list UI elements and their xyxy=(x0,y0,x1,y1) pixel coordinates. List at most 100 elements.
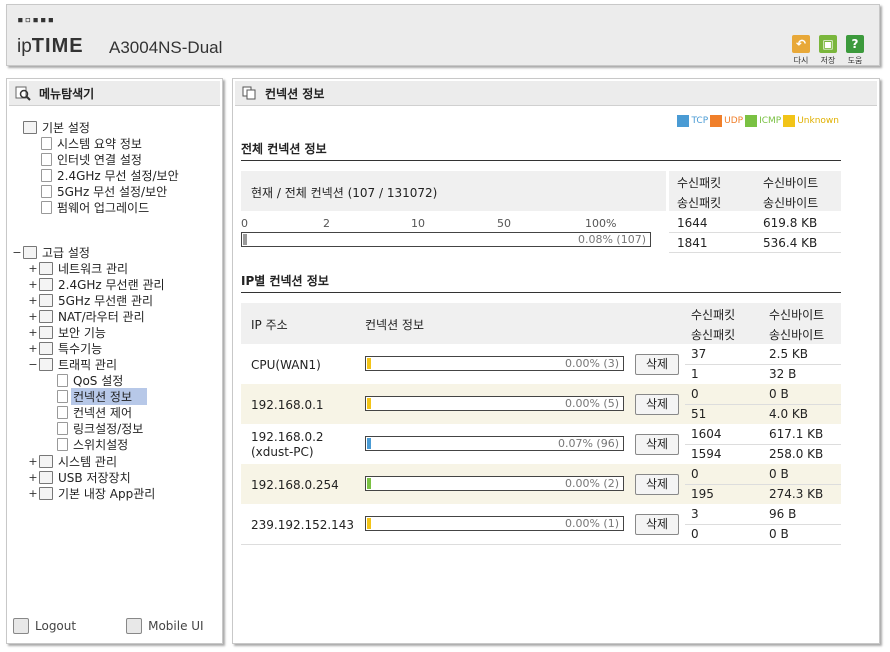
row-bar-text: 0.07% (96) xyxy=(557,437,619,450)
sidebar-footer: Logout Mobile UI xyxy=(13,617,216,635)
tree-item-security[interactable]: + 보안 기능 xyxy=(27,324,108,341)
save-icon: ▣ xyxy=(819,35,837,53)
row-connection-bar: 0.00% (3) xyxy=(365,356,624,371)
collapse-icon: − xyxy=(12,246,22,259)
tree-item-special[interactable]: + 특수기능 xyxy=(27,340,104,357)
sidebar: 메뉴탐색기 기본 설정 시스템 요약 정보 인터넷 연결 설정 2.4GHz 무… xyxy=(6,78,223,644)
tree-basic-settings[interactable]: 기본 설정 xyxy=(23,119,92,136)
tree-item-connection-info[interactable]: 컨넥션 정보 xyxy=(57,388,147,405)
expand-icon: + xyxy=(28,294,38,307)
row-tx-bytes: 32 B xyxy=(769,367,797,381)
tree-item-internet-setup[interactable]: 인터넷 연결 설정 xyxy=(41,151,144,168)
tree-item-link-settings[interactable]: 링크설정/정보 xyxy=(57,420,145,437)
page-icon xyxy=(57,406,68,419)
col-ip-rx-bytes: 수신바이트 xyxy=(769,308,825,322)
row-connection-bar: 0.00% (5) xyxy=(365,396,624,411)
page-icon xyxy=(57,422,68,435)
row-ip: CPU(WAN1) xyxy=(251,358,321,372)
total-tx-bytes: 536.4 KB xyxy=(763,236,818,250)
tree-item-qos[interactable]: QoS 설정 xyxy=(57,372,125,389)
divider xyxy=(685,444,841,445)
tree-item-system-summary[interactable]: 시스템 요약 정보 xyxy=(41,135,144,152)
delete-button[interactable]: 삭제 xyxy=(635,474,679,495)
col-ip-tx-packets: 송신패킷 xyxy=(691,328,736,342)
tree-item-wlan24[interactable]: +2.4GHz 무선랜 관리 xyxy=(27,276,167,293)
col-rx-packets: 수신패킷 xyxy=(677,176,722,190)
app-icon xyxy=(39,487,53,500)
col-rx-bytes: 수신바이트 xyxy=(763,176,819,190)
legend-icmp: ICMP xyxy=(745,115,781,127)
main-panel: 컨넥션 정보 TCP UDP ICMP Unknown 전체 컨넥션 정보 현재… xyxy=(232,78,880,644)
total-tx-packets: 1841 xyxy=(677,236,708,250)
tree-item-usb[interactable]: + USB 저장장치 xyxy=(27,469,133,486)
page-title: 컨넥션 정보 xyxy=(265,86,325,101)
row-rx-bytes: 617.1 KB xyxy=(769,427,824,441)
tree-item-wlan5[interactable]: +5GHz 무선랜 관리 xyxy=(27,292,155,309)
tree-label: 링크설정/정보 xyxy=(73,422,144,436)
tree-item-system-mgmt[interactable]: + 시스템 관리 xyxy=(27,453,119,470)
collapse-icon: − xyxy=(28,358,38,371)
logout-icon xyxy=(13,618,29,634)
divider xyxy=(685,484,841,485)
mobile-ui-link[interactable]: Mobile UI xyxy=(126,618,204,634)
row-connection-bar: 0.00% (2) xyxy=(365,476,624,491)
app-header: ▪▫▪▪▪ ipTIME A3004NS-Dual ↶ 다시 ▣ 저장 ? 도움 xyxy=(6,4,880,66)
tree-item-connection-control[interactable]: 컨넥션 제어 xyxy=(57,404,134,421)
tree-label: QoS 설정 xyxy=(73,374,124,388)
tree-item-nat-router[interactable]: + NAT/라우터 관리 xyxy=(27,308,147,325)
row-tx-packets: 1594 xyxy=(691,447,722,461)
legend-unknown: Unknown xyxy=(783,115,839,127)
tree-item-wifi5-setup[interactable]: 5GHz 무선 설정/보안 xyxy=(41,183,169,200)
row-bar-text: 0.00% (2) xyxy=(564,477,619,490)
tree-label: 5GHz 무선 설정/보안 xyxy=(57,185,168,199)
tree-item-apps[interactable]: + 기본 내장 App관리 xyxy=(27,485,157,502)
scale-50: 50 xyxy=(497,217,511,230)
expand-icon: + xyxy=(28,310,38,323)
tree-item-traffic[interactable]: − 트래픽 관리 xyxy=(27,356,119,373)
tree-label: USB 저장장치 xyxy=(58,471,131,485)
logout-label: Logout xyxy=(35,619,77,633)
special-icon xyxy=(39,342,53,355)
tree-label: 보안 기능 xyxy=(58,326,106,340)
scale-0: 0 xyxy=(241,217,248,230)
save-button[interactable]: ▣ 저장 xyxy=(816,35,840,66)
delete-button[interactable]: 삭제 xyxy=(635,514,679,535)
row-rx-bytes: 96 B xyxy=(769,507,797,521)
tree-label: 시스템 요약 정보 xyxy=(57,137,142,151)
row-tx-bytes: 0 B xyxy=(769,527,789,541)
network-icon xyxy=(39,262,53,275)
row-rx-packets: 3 xyxy=(691,507,699,521)
delete-button[interactable]: 삭제 xyxy=(635,394,679,415)
row-hostname: (xdust-PC) xyxy=(251,445,314,459)
tree-label: 컨넥션 정보 xyxy=(71,388,147,405)
delete-button[interactable]: 삭제 xyxy=(635,434,679,455)
tree-advanced-settings[interactable]: − 고급 설정 xyxy=(11,244,92,261)
tree-label: 5GHz 무선랜 관리 xyxy=(58,294,154,308)
scale-10: 10 xyxy=(411,217,425,230)
row-bar-text: 0.00% (3) xyxy=(564,357,619,370)
ip-table-header xyxy=(241,303,841,344)
total-section-title: 전체 컨넥션 정보 xyxy=(241,140,841,161)
total-connection-bar: 0.08% (107) xyxy=(241,232,651,247)
tree-label: 스위치설정 xyxy=(73,438,129,452)
row-tx-bytes: 274.3 KB xyxy=(769,487,824,501)
tree-item-network[interactable]: + 네트워크 관리 xyxy=(27,260,130,277)
tree-item-wifi24-setup[interactable]: 2.4GHz 무선 설정/보안 xyxy=(41,167,181,184)
divider xyxy=(685,364,841,365)
scale-100: 100% xyxy=(585,217,617,230)
tree-label: 고급 설정 xyxy=(42,246,90,260)
tree-item-firmware-upgrade[interactable]: 펌웨어 업그레이드 xyxy=(41,199,151,216)
page-icon xyxy=(57,438,68,451)
logout-link[interactable]: Logout xyxy=(13,618,76,634)
row-rx-packets: 1604 xyxy=(691,427,722,441)
tree-label: 2.4GHz 무선 설정/보안 xyxy=(57,169,179,183)
divider xyxy=(669,232,841,233)
chart-icon xyxy=(39,455,53,468)
tree-item-switch-settings[interactable]: 스위치설정 xyxy=(57,436,130,453)
model-name: A3004NS-Dual xyxy=(109,38,223,57)
router-icon xyxy=(39,310,53,323)
undo-button[interactable]: ↶ 다시 xyxy=(789,35,813,66)
help-button[interactable]: ? 도움 xyxy=(843,35,867,66)
undo-label: 다시 xyxy=(793,56,809,65)
delete-button[interactable]: 삭제 xyxy=(635,354,679,375)
